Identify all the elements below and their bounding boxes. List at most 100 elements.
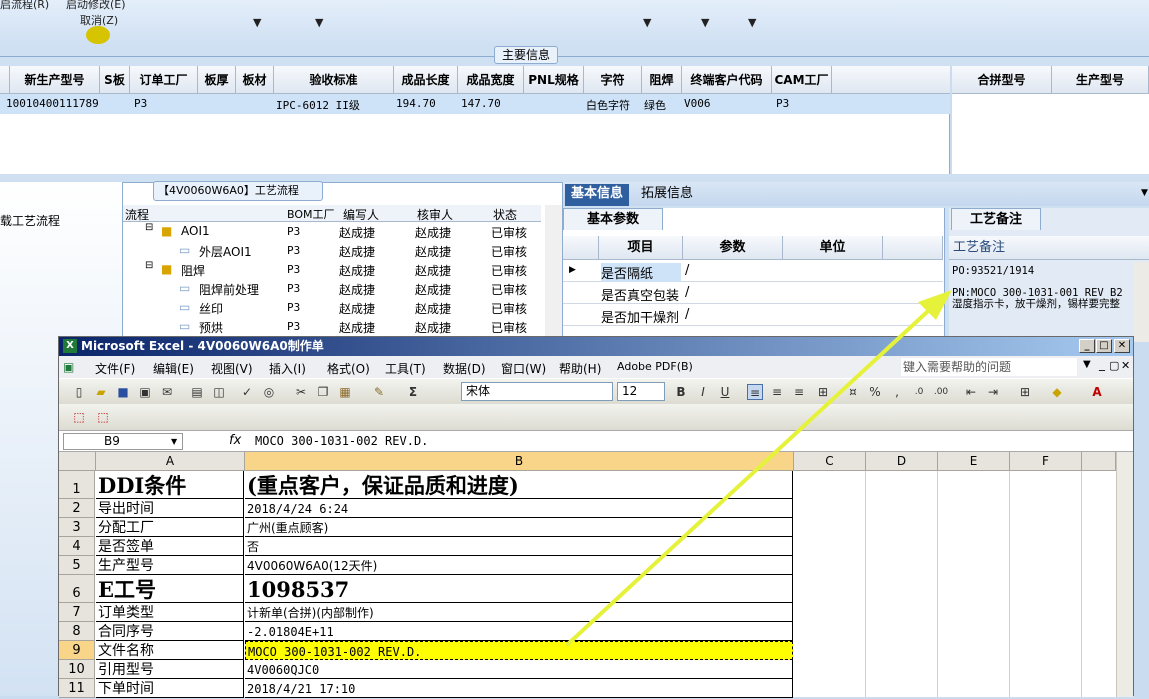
bold-icon[interactable]: B — [673, 384, 689, 400]
column-header[interactable]: 项目 — [599, 236, 683, 260]
spelling-icon[interactable]: ✓ — [239, 384, 255, 400]
dropdown-arrow-icon[interactable]: ▼ — [701, 16, 709, 29]
row-header[interactable]: 3 — [59, 518, 95, 537]
menu-file[interactable]: 文件(F) — [95, 360, 135, 377]
underline-icon[interactable]: U — [717, 384, 733, 400]
column-header[interactable]: 流程 — [125, 206, 149, 223]
autosum-icon[interactable]: Σ — [405, 384, 421, 400]
cell-a9[interactable]: 文件名称 — [96, 641, 244, 660]
param-row[interactable]: 是否真空包装 / — [563, 282, 943, 304]
process-row[interactable]: ⊟ ■ AOI1 P3 赵成捷 赵成捷 已审核 — [123, 222, 541, 241]
column-header[interactable]: 状态 — [493, 206, 517, 223]
copy-icon[interactable]: ❐ — [315, 384, 331, 400]
menu-insert[interactable]: 插入(I) — [269, 360, 306, 377]
formula-input[interactable]: MOCO 300-1031-002 REV.D. — [255, 434, 428, 448]
column-header[interactable]: 订单工厂 — [130, 66, 198, 94]
format-painter-icon[interactable]: ✎ — [371, 384, 387, 400]
column-header[interactable]: 合拼型号 — [952, 66, 1052, 94]
decrease-decimal-icon[interactable]: .00 — [933, 384, 949, 400]
column-header[interactable]: 阻焊 — [642, 66, 682, 94]
row-header[interactable]: 11 — [59, 679, 95, 698]
align-left-icon[interactable]: ≡ — [747, 384, 763, 400]
excel-doc-icon[interactable]: ▣ — [63, 360, 74, 374]
param-value[interactable]: / — [685, 307, 689, 322]
email-icon[interactable]: ✉ — [159, 384, 175, 400]
pdf-convert-icon[interactable]: ⬚ — [71, 409, 87, 425]
row-header[interactable]: 10 — [59, 660, 95, 679]
cell-b1[interactable]: (重点客户，保证品质和进度) — [245, 471, 793, 499]
select-all-corner[interactable] — [59, 452, 96, 471]
column-header[interactable]: 板材 — [236, 66, 274, 94]
column-header[interactable]: BOM工厂 — [287, 206, 335, 222]
cell-b9-selected[interactable]: MOCO 300-1031-002 REV.D. — [245, 641, 793, 660]
restore-icon[interactable]: ▢ — [1109, 359, 1119, 372]
cell-b3[interactable]: 广州(重点顾客) — [245, 518, 793, 537]
cell-a1[interactable]: DDI条件 — [96, 471, 244, 499]
process-row[interactable]: ⊟ ■ 阻焊 P3 赵成捷 赵成捷 已审核 — [123, 260, 541, 279]
collapse-icon[interactable]: ⊟ — [145, 222, 153, 233]
column-header[interactable]: 板厚 — [198, 66, 236, 94]
research-icon[interactable]: ◎ — [261, 384, 277, 400]
close-icon[interactable]: ✕ — [1121, 359, 1130, 372]
dropdown-arrow-icon[interactable]: ▼ — [1083, 359, 1091, 370]
column-header[interactable]: 生产型号 — [1052, 66, 1149, 94]
menu-help[interactable]: 帮助(H) — [559, 360, 601, 377]
cell-a5[interactable]: 生产型号 — [96, 556, 244, 575]
process-row[interactable]: ▭ 预烘 P3 赵成捷 赵成捷 已审核 — [123, 317, 541, 336]
minimize-icon[interactable]: _ — [1099, 357, 1105, 371]
dropdown-arrow-icon[interactable]: ▼ — [1141, 188, 1148, 198]
maximize-icon[interactable]: □ — [1096, 339, 1112, 353]
row-header[interactable]: 8 — [59, 622, 95, 641]
pdf-email-icon[interactable]: ⬚ — [95, 409, 111, 425]
cell-a7[interactable]: 订单类型 — [96, 603, 244, 622]
cell-a4[interactable]: 是否签单 — [96, 537, 244, 556]
column-header[interactable]: F — [1010, 452, 1082, 471]
increase-decimal-icon[interactable]: .0 — [911, 384, 927, 400]
close-icon[interactable]: ✕ — [1114, 339, 1130, 353]
menu-adobe-pdf[interactable]: Adobe PDF(B) — [617, 360, 693, 373]
tab-basic-info[interactable]: 基本信息 — [565, 184, 630, 206]
menu-tools[interactable]: 工具(T) — [385, 360, 426, 377]
param-value[interactable]: / — [685, 285, 689, 300]
cell-b2[interactable]: 2018/4/24 6:24 — [245, 499, 793, 518]
print-preview-icon[interactable]: ◫ — [211, 384, 227, 400]
cell-b6[interactable]: 1098537 — [245, 575, 793, 603]
increase-indent-icon[interactable]: ⇥ — [985, 384, 1001, 400]
cell-a2[interactable]: 导出时间 — [96, 499, 244, 518]
align-center-icon[interactable]: ≡ — [769, 384, 785, 400]
column-header[interactable]: PNL规格 — [524, 66, 584, 94]
column-header[interactable]: 单位 — [783, 236, 883, 260]
column-header[interactable]: A — [96, 452, 245, 471]
minimize-icon[interactable]: _ — [1079, 339, 1095, 353]
cell-b10[interactable]: 4V0060QJC0 — [245, 660, 793, 679]
help-search-input[interactable]: 键入需要帮助的问题 — [901, 358, 1077, 376]
row-header[interactable]: 9 — [59, 641, 95, 660]
percent-icon[interactable]: % — [867, 384, 883, 400]
print-icon[interactable]: ▤ — [189, 384, 205, 400]
menu-view[interactable]: 视图(V) — [211, 360, 253, 377]
cell-a11[interactable]: 下单时间 — [96, 679, 244, 698]
cell-b7[interactable]: 计新单(合拼)(内部制作) — [245, 603, 793, 622]
row-header[interactable]: 7 — [59, 603, 95, 622]
fill-color-icon[interactable]: ◆ — [1049, 384, 1065, 400]
cell-a6[interactable]: E工号 — [96, 575, 244, 603]
restart-process-menu[interactable]: 启流程(R) — [0, 0, 49, 12]
menu-edit[interactable]: 编辑(E) — [153, 360, 194, 377]
column-header[interactable]: B — [245, 452, 794, 471]
cell-a3[interactable]: 分配工厂 — [96, 518, 244, 537]
font-size-select[interactable]: 12 — [617, 382, 665, 401]
row-header[interactable]: 5 — [59, 556, 95, 575]
cell-a8[interactable]: 合同序号 — [96, 622, 244, 641]
comma-icon[interactable]: , — [889, 384, 905, 400]
notes-tab[interactable]: 工艺备注 — [951, 208, 1041, 230]
notes-scrollbar[interactable] — [1133, 262, 1149, 342]
column-header[interactable]: 成品宽度 — [458, 66, 524, 94]
column-header[interactable]: 参数 — [683, 236, 783, 260]
dropdown-arrow-icon[interactable]: ▼ — [253, 16, 261, 29]
align-right-icon[interactable]: ≡ — [791, 384, 807, 400]
column-header[interactable]: 字符 — [584, 66, 642, 94]
column-header[interactable]: 成品长度 — [394, 66, 458, 94]
column-header[interactable]: S板 — [100, 66, 130, 94]
process-row[interactable]: ▭ 外层AOI1 P3 赵成捷 赵成捷 已审核 — [123, 241, 541, 260]
menu-format[interactable]: 格式(O) — [327, 360, 370, 377]
